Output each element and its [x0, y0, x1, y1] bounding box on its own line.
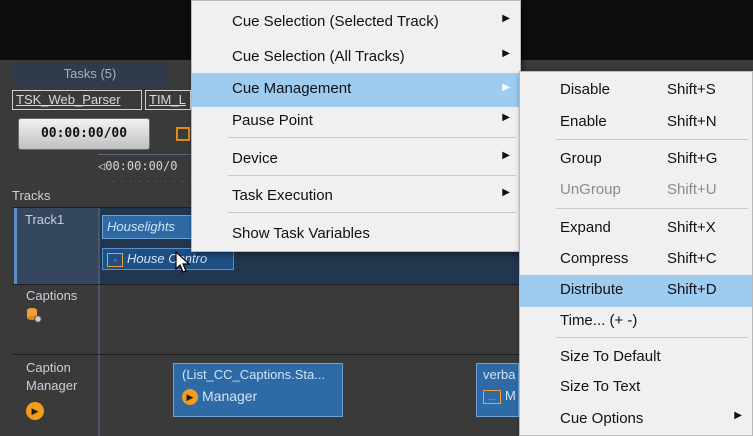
lane-divider	[98, 208, 100, 436]
database-gear-icon	[26, 307, 42, 323]
verba-cue-sub: M	[505, 388, 516, 403]
menu-item-cue-selection-all-tracks[interactable]: Cue Selection (All Tracks) ▶	[192, 48, 520, 76]
submenu-item-ungroup[interactable]: UnGroup Shift+U	[520, 181, 752, 209]
submenu-item-enable[interactable]: Enable Shift+N	[520, 113, 752, 141]
menu-item-show-task-variables[interactable]: Show Task Variables	[192, 225, 520, 253]
mouse-pointer-icon	[174, 250, 194, 274]
ruler-ticks: ············	[112, 177, 192, 185]
chevron-right-icon: ▶	[734, 410, 742, 421]
tracks-header: Tracks	[12, 188, 51, 203]
captions-cue-title: (List_CC_Captions.Sta...	[182, 367, 326, 382]
menu-item-pause-point[interactable]: Pause Point ▶	[192, 112, 520, 140]
chevron-right-icon: ▶	[502, 150, 510, 161]
submenu-item-time[interactable]: Time... (+ -)	[520, 312, 752, 340]
cue-management-submenu: Disable Shift+S Enable Shift+N Group Shi…	[519, 71, 753, 436]
ruler-top-line	[98, 154, 198, 155]
menu-separator	[228, 175, 516, 176]
houselights-cue-sub: House Contro	[127, 251, 208, 266]
context-menu: Cue Selection (Selected Track) ▶ Cue Sel…	[191, 0, 521, 252]
menu-item-device[interactable]: Device ▶	[192, 150, 520, 178]
submenu-separator	[556, 139, 748, 140]
play-circle-icon: ▶	[26, 402, 48, 420]
submenu-item-disable[interactable]: Disable Shift+S	[520, 81, 752, 109]
submenu-item-group[interactable]: Group Shift+G	[520, 150, 752, 178]
chevron-right-icon: ▶	[502, 82, 510, 93]
menu-separator	[228, 137, 516, 138]
verba-cue[interactable]: verba … M	[476, 363, 519, 417]
captions-cue[interactable]: (List_CC_Captions.Sta... ▶ Manager	[173, 363, 343, 417]
submenu-item-size-to-default[interactable]: Size To Default	[520, 348, 752, 376]
tasks-tab[interactable]: Tasks (5)	[12, 63, 168, 85]
timecode-display[interactable]: 00:00:00/00	[18, 118, 150, 150]
submenu-separator	[556, 208, 748, 209]
chat-bubble-icon: …	[483, 389, 501, 404]
chevron-right-icon: ▶	[502, 112, 510, 123]
menu-item-cue-selection-selected-track[interactable]: Cue Selection (Selected Track) ▶	[192, 13, 520, 41]
chevron-right-icon: ▶	[502, 187, 510, 198]
submenu-item-compress[interactable]: Compress Shift+C	[520, 250, 752, 278]
task-item-tsk-web-parser[interactable]: TSK_Web_Parser	[12, 90, 142, 110]
track1-label: Track1	[25, 212, 65, 227]
verba-cue-title: verba	[483, 367, 516, 382]
submenu-item-cue-options[interactable]: Cue Options ▶	[520, 410, 752, 436]
captions-track-label: Captions	[26, 288, 78, 303]
submenu-separator	[556, 337, 748, 338]
caption-manager-label-line2: Manager	[26, 378, 78, 393]
chevron-right-icon: ▶	[502, 13, 510, 24]
chevron-right-icon: ▶	[502, 48, 510, 59]
submenu-item-distribute[interactable]: Distribute Shift+D	[520, 275, 752, 307]
menu-item-cue-management[interactable]: Cue Management ▶	[192, 73, 520, 107]
marker-icon[interactable]	[176, 127, 190, 141]
play-circle-icon: ▶	[182, 389, 198, 406]
menu-item-task-execution[interactable]: Task Execution ▶	[192, 187, 520, 215]
task-item-tim[interactable]: TIM_L	[145, 90, 191, 110]
track1-header[interactable]: Track1	[14, 208, 100, 284]
submenu-item-size-to-text[interactable]: Size To Text	[520, 378, 752, 406]
submenu-item-expand[interactable]: Expand Shift+X	[520, 219, 752, 247]
menu-separator	[228, 212, 516, 213]
caption-manager-label-line1: Caption	[26, 360, 71, 375]
device-box-icon: ▫	[107, 252, 123, 267]
ruler-start-label: ◁00:00:00/0	[98, 159, 178, 173]
captions-cue-sub: Manager	[202, 388, 258, 404]
